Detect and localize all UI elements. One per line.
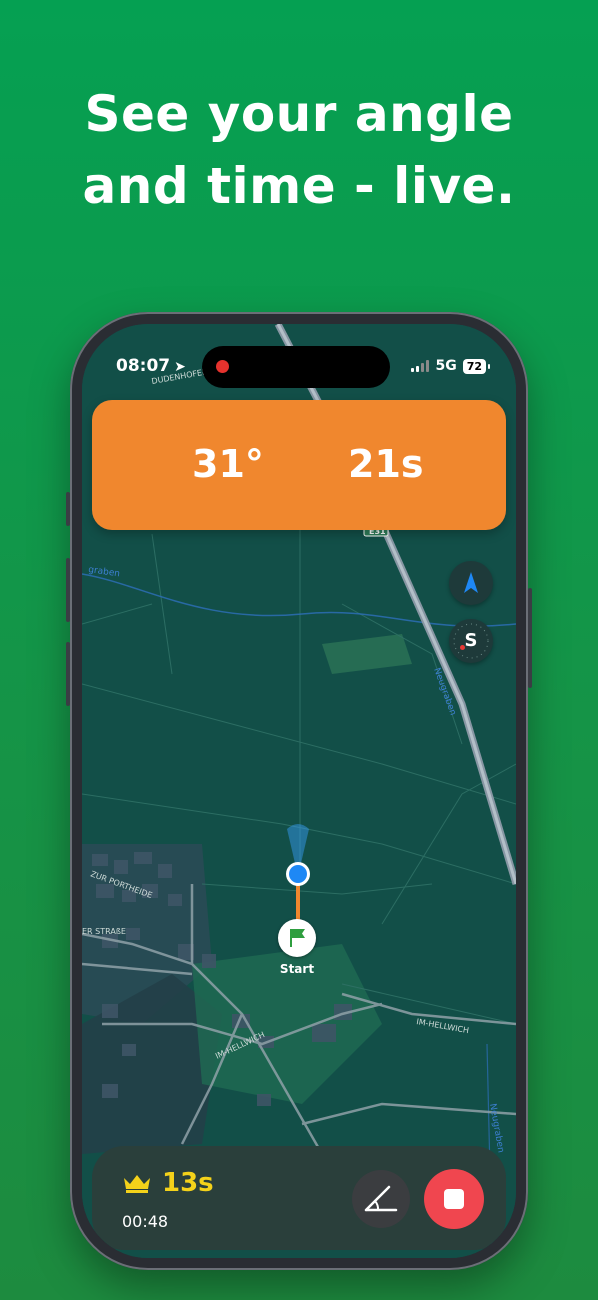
location-arrow-icon: ➤ <box>174 359 186 375</box>
status-time: 08:07 ➤ <box>116 356 186 376</box>
headline-line-1: See your angle <box>84 85 514 143</box>
phone-power-button <box>528 588 532 688</box>
phone-volume-up <box>66 558 70 622</box>
stop-icon <box>444 1189 464 1209</box>
network-type: 5G <box>435 358 457 374</box>
phone-frame: DUDENHOFER ST ZUR PORTHEIDE ER STRAßE IM… <box>66 312 532 1270</box>
recording-dot-icon <box>216 360 229 373</box>
track-heading-button[interactable] <box>449 561 493 605</box>
start-flag-marker[interactable] <box>278 919 316 957</box>
bottom-panel: 13s 00:48 <box>92 1146 506 1250</box>
headline: See your angle and time - live. <box>0 78 598 222</box>
elapsed-time: 00:48 <box>122 1212 169 1231</box>
angle-icon <box>364 1185 398 1212</box>
navigation-arrow-icon <box>464 572 478 593</box>
svg-text:ER STRAßE: ER STRAßE <box>82 927 126 936</box>
crown-icon <box>124 1175 150 1193</box>
best-time: 13s <box>122 1168 214 1198</box>
status-indicators: 5G 72 <box>411 358 491 374</box>
battery-icon: 72 <box>462 358 491 374</box>
best-time-value: 13s <box>162 1168 214 1198</box>
phone-screen: DUDENHOFER ST ZUR PORTHEIDE ER STRAßE IM… <box>82 324 516 1258</box>
headline-line-2: and time - live. <box>82 157 516 215</box>
compass-north-dot-icon <box>460 645 465 650</box>
status-time-text: 08:07 <box>116 356 171 376</box>
dynamic-island <box>202 346 390 388</box>
angle-button[interactable] <box>352 1170 410 1228</box>
compass-s-icon: S <box>464 630 478 651</box>
live-time-value: 21s <box>348 442 424 486</box>
signal-bars-icon <box>411 360 430 372</box>
flag-icon <box>290 929 305 947</box>
phone-side-button <box>66 492 70 526</box>
live-angle-value: 31° <box>192 442 264 486</box>
stop-button[interactable] <box>424 1169 484 1229</box>
start-label: Start <box>279 962 315 976</box>
live-readout-card: 31° 21s <box>92 400 506 530</box>
phone-volume-down <box>66 642 70 706</box>
compass-button[interactable]: S <box>449 619 493 663</box>
